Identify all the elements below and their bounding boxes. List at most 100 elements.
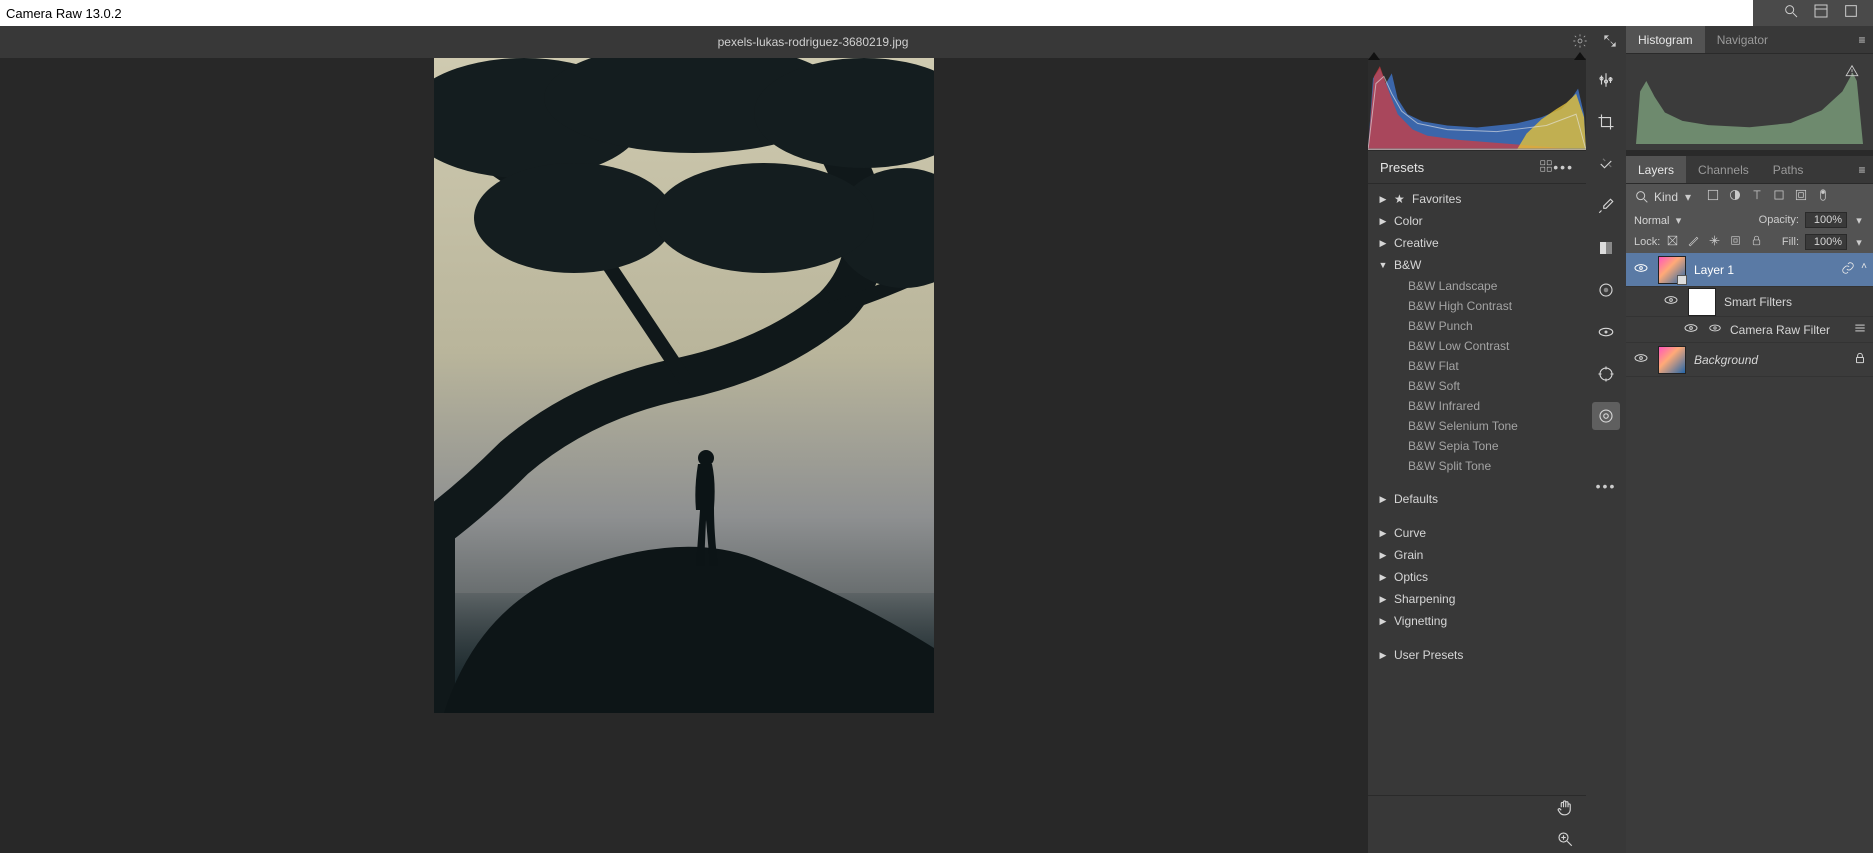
lock-all-icon[interactable] — [1750, 234, 1763, 250]
cr-tool-strip: ••• — [1586, 58, 1626, 853]
more-tools[interactable]: ••• — [1592, 472, 1620, 500]
filter-kind-label[interactable]: Kind — [1654, 190, 1678, 204]
preset-item[interactable]: B&W Sepia Tone — [1368, 436, 1586, 456]
redeye-tool[interactable] — [1592, 318, 1620, 346]
filter-toggle-icon[interactable] — [1816, 188, 1830, 205]
app-title: Camera Raw 13.0.2 — [6, 6, 122, 21]
layer-name[interactable]: Camera Raw Filter — [1730, 323, 1845, 337]
preset-item[interactable]: B&W High Contrast — [1368, 296, 1586, 316]
histogram-cache-warning-icon[interactable] — [1845, 64, 1859, 81]
layer-thumbnail[interactable] — [1658, 346, 1686, 374]
filter-eye-icon[interactable] — [1708, 321, 1722, 338]
preset-item[interactable]: B&W Soft — [1368, 376, 1586, 396]
visibility-eye-icon[interactable] — [1682, 320, 1700, 339]
presets-more-icon[interactable]: ••• — [1553, 159, 1574, 175]
layer-name[interactable]: Background — [1694, 353, 1845, 367]
chevron-down-icon[interactable]: ▾ — [1673, 214, 1685, 227]
preset-group-label: User Presets — [1394, 648, 1463, 662]
chevron-right-icon: ▶ — [1378, 616, 1388, 627]
visibility-eye-icon[interactable] — [1632, 350, 1650, 369]
edit-tool[interactable] — [1592, 66, 1620, 94]
layer-thumbnail[interactable] — [1658, 256, 1686, 284]
gradient-tool[interactable] — [1592, 234, 1620, 262]
tab-layers[interactable]: Layers — [1626, 156, 1686, 183]
preset-group[interactable]: ▶Grain — [1368, 544, 1586, 566]
preset-group[interactable]: ▶User Presets — [1368, 644, 1586, 666]
presets-tool[interactable] — [1592, 402, 1620, 430]
fill-value[interactable]: 100% — [1805, 234, 1847, 250]
visibility-eye-icon[interactable] — [1632, 260, 1650, 279]
heal-tool[interactable] — [1592, 150, 1620, 178]
link-icon[interactable] — [1841, 261, 1855, 278]
layer-row[interactable]: Smart Filters — [1626, 287, 1873, 317]
tab-paths[interactable]: Paths — [1761, 156, 1816, 183]
preset-group[interactable]: ▼B&W — [1368, 254, 1586, 276]
layer-row[interactable]: Background — [1626, 343, 1873, 377]
preset-group[interactable]: ▶★Favorites — [1368, 188, 1586, 210]
tab-histogram[interactable]: Histogram — [1626, 26, 1705, 53]
preset-group-label: Optics — [1394, 570, 1428, 584]
shadow-clip-indicator[interactable] — [1368, 52, 1380, 60]
eyedropper-tool[interactable] — [1592, 192, 1620, 220]
filter-blend-icon[interactable] — [1853, 321, 1867, 338]
preset-group[interactable]: ▶Optics — [1368, 566, 1586, 588]
preset-group[interactable]: ▶Color — [1368, 210, 1586, 232]
canvas-area[interactable] — [0, 58, 1368, 853]
filter-adjust-icon[interactable] — [1728, 188, 1742, 205]
chevron-down-icon[interactable]: ▾ — [1853, 214, 1865, 227]
preset-item[interactable]: B&W Landscape — [1368, 276, 1586, 296]
search-icon[interactable] — [1783, 3, 1799, 24]
lock-artboard-icon[interactable] — [1729, 234, 1742, 250]
preset-group[interactable]: ▶Defaults — [1368, 488, 1586, 510]
tab-navigator[interactable]: Navigator — [1705, 26, 1780, 53]
cr-histogram[interactable] — [1368, 58, 1586, 150]
chevron-down-icon[interactable]: ▾ — [1682, 190, 1694, 204]
histogram-panel-menu[interactable]: ≡ — [1851, 26, 1873, 53]
filter-smart-icon[interactable] — [1794, 188, 1808, 205]
layers-tabs: Layers Channels Paths ≡ — [1626, 156, 1873, 184]
workspace-icon[interactable] — [1813, 3, 1829, 24]
visibility-eye-icon[interactable] — [1662, 292, 1680, 311]
preset-item[interactable]: B&W Selenium Tone — [1368, 416, 1586, 436]
layer-row[interactable]: Camera Raw Filter — [1626, 317, 1873, 343]
share-icon[interactable] — [1843, 3, 1859, 24]
zoom-tool-icon[interactable] — [1556, 830, 1574, 851]
blend-mode-select[interactable]: Normal — [1634, 215, 1669, 227]
chevron-down-icon[interactable]: ▾ — [1853, 236, 1865, 249]
preset-group-label: Sharpening — [1394, 592, 1455, 606]
chevron-up-icon[interactable]: ˄ — [1861, 261, 1867, 278]
layer-name[interactable]: Layer 1 — [1694, 263, 1833, 277]
gear-icon[interactable] — [1572, 33, 1588, 52]
filter-pixel-icon[interactable] — [1706, 188, 1720, 205]
lock-position-icon[interactable] — [1708, 234, 1721, 250]
layer-thumbnail[interactable] — [1688, 288, 1716, 316]
opacity-value[interactable]: 100% — [1805, 212, 1847, 228]
filter-shape-icon[interactable] — [1772, 188, 1786, 205]
preset-group[interactable]: ▶Sharpening — [1368, 588, 1586, 610]
layer-row[interactable]: Layer 1 ˄ — [1626, 253, 1873, 287]
filter-type-icon[interactable] — [1750, 188, 1764, 205]
preset-group[interactable]: ▶Creative — [1368, 232, 1586, 254]
hand-tool-icon[interactable] — [1556, 799, 1574, 820]
preset-item[interactable]: B&W Split Tone — [1368, 456, 1586, 476]
preset-group[interactable]: ▶Vignetting — [1368, 610, 1586, 632]
layers-panel-menu[interactable]: ≡ — [1851, 156, 1873, 183]
tab-channels[interactable]: Channels — [1686, 156, 1761, 183]
cr-bottom-tools — [1368, 795, 1586, 853]
presets-grid-icon[interactable] — [1529, 159, 1553, 176]
lock-transparency-icon[interactable] — [1666, 234, 1679, 250]
preset-item[interactable]: B&W Flat — [1368, 356, 1586, 376]
fullscreen-icon[interactable] — [1602, 33, 1618, 52]
preset-item[interactable]: B&W Infrared — [1368, 396, 1586, 416]
ps-histogram[interactable] — [1626, 54, 1873, 150]
layer-name[interactable]: Smart Filters — [1724, 295, 1859, 309]
highlight-clip-indicator[interactable] — [1574, 52, 1586, 60]
preset-item[interactable]: B&W Low Contrast — [1368, 336, 1586, 356]
radial-tool[interactable] — [1592, 276, 1620, 304]
lock-icon[interactable] — [1853, 351, 1867, 368]
preset-group[interactable]: ▶Curve — [1368, 522, 1586, 544]
preset-item[interactable]: B&W Punch — [1368, 316, 1586, 336]
lock-pixels-icon[interactable] — [1687, 234, 1700, 250]
targeted-tool[interactable] — [1592, 360, 1620, 388]
crop-tool[interactable] — [1592, 108, 1620, 136]
